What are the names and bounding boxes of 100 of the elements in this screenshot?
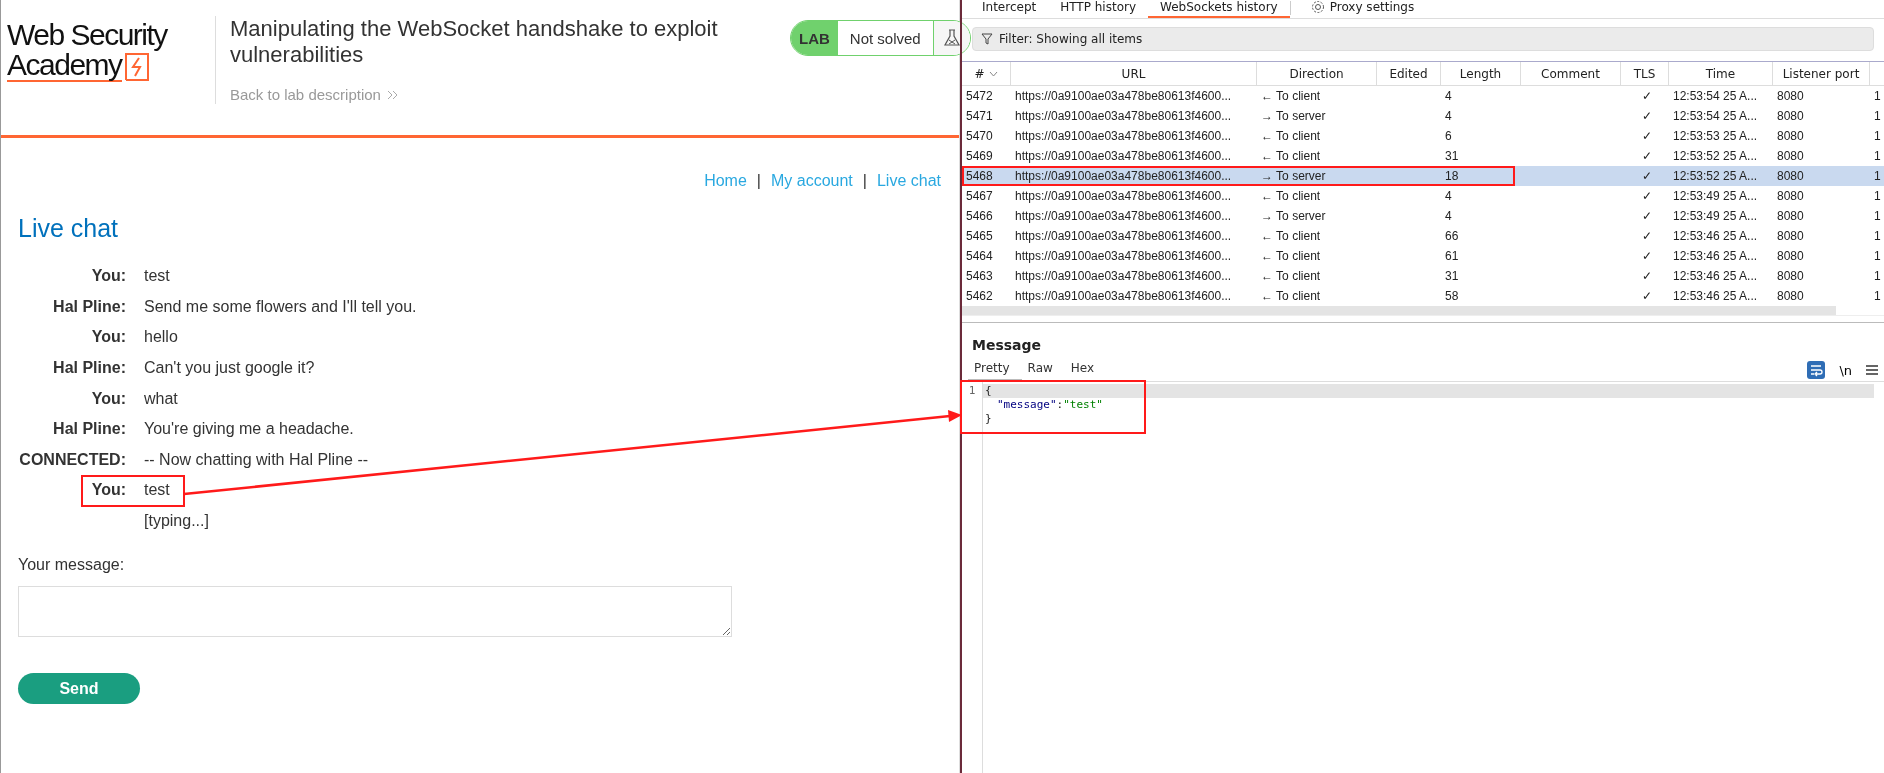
table-cell-text: 4	[1444, 208, 1453, 225]
proxy-tab[interactable]: Intercept	[970, 0, 1049, 18]
table-cell-text: 4	[1444, 88, 1453, 105]
column-header[interactable]: Time	[1669, 62, 1773, 85]
table-cell-text: https://0a9100ae03a478be80613f4600...	[1014, 208, 1233, 225]
proxy-tab[interactable]: HTTP history	[1048, 0, 1148, 18]
menu-icon[interactable]	[1866, 365, 1878, 375]
proxy-settings-tab[interactable]: Proxy settings	[1298, 0, 1427, 18]
chat-message: Send me some flowers and I'll tell you.	[144, 297, 417, 316]
filter-icon	[981, 33, 993, 45]
word-wrap-icon[interactable]	[1807, 361, 1826, 379]
horizontal-scrollbar[interactable]	[962, 306, 1836, 315]
column-header[interactable]: #	[962, 62, 1011, 85]
table-cell-text: 1	[1873, 208, 1882, 225]
line-number: 1	[968, 384, 976, 398]
nav-separator: |	[756, 172, 761, 190]
table-cell-text: https://0a9100ae03a478be80613f4600...	[1014, 268, 1233, 285]
table-cell-text: ✓	[1641, 108, 1653, 125]
message-input[interactable]	[18, 586, 732, 638]
table-cell-text: 1	[1873, 188, 1882, 205]
table-cell-text: 1	[1873, 108, 1882, 125]
logo[interactable]: Web Security Academy	[7, 16, 207, 82]
table-cell-text: ← To client	[1260, 288, 1322, 305]
chat-message: test	[144, 481, 170, 500]
page-heading: Live chat	[18, 214, 120, 243]
table-cell-text: → To server	[1260, 108, 1327, 125]
table-cell-text: 5464	[965, 248, 994, 265]
table-cell-text: https://0a9100ae03a478be80613f4600...	[1014, 148, 1233, 165]
table-cell-text: 1	[1873, 288, 1882, 305]
flask-icon	[943, 29, 960, 47]
table-cell-text: 12:53:54 25 A...	[1672, 88, 1759, 105]
table-cell-text: ✓	[1641, 148, 1653, 165]
chat-message: test	[144, 267, 170, 286]
table-cell-text: 8080	[1776, 148, 1805, 165]
table-cell-text: 1	[1873, 128, 1882, 145]
proxy-tab[interactable]: WebSockets history	[1148, 0, 1290, 18]
table-cell-text: ✓	[1641, 288, 1653, 305]
column-header[interactable]: Edited	[1377, 62, 1441, 85]
column-header[interactable]: Length	[1441, 62, 1521, 85]
table-cell-text: ← To client	[1260, 128, 1322, 145]
badge-status: Not solved	[837, 21, 934, 55]
message-label: Your message:	[18, 556, 126, 575]
table-cell-text: https://0a9100ae03a478be80613f4600...	[1014, 88, 1233, 105]
lab-title: Manipulating the WebSocket handshake to exploit vulnerabilities	[230, 16, 719, 68]
view-tab[interactable]: Raw	[1021, 359, 1065, 381]
nav-separator: |	[862, 172, 867, 190]
table-cell-text: 1	[1873, 168, 1882, 185]
table-cell-text: 1	[1873, 248, 1882, 265]
table-row[interactable]: 5468 https://0a9100ae03a478be80613f4600... → To server 18 ✓ 12:53:52 25 A... 8080 1	[962, 166, 1884, 186]
table-cell-text: 8080	[1776, 128, 1805, 145]
chat-sender: You:	[90, 267, 126, 286]
table-cell-text: 12:53:46 25 A...	[1672, 268, 1759, 285]
table-cell-text: 1	[1873, 228, 1882, 245]
message-heading: Message	[971, 336, 1043, 355]
chat-sender: You:	[90, 328, 126, 347]
table-cell-text: 4	[1444, 188, 1453, 205]
table-cell-text: 12:53:54 25 A...	[1672, 108, 1759, 125]
newline-toggle[interactable]: \n	[1839, 362, 1852, 378]
table-cell-text: ← To client	[1260, 268, 1322, 285]
table-cell-text: 8080	[1776, 188, 1805, 205]
view-tab[interactable]: Hex	[1064, 359, 1107, 381]
settings-icon	[1310, 0, 1325, 14]
table-cell-text: 61	[1444, 248, 1460, 265]
table-cell-text: https://0a9100ae03a478be80613f4600...	[1014, 108, 1233, 125]
table-cell-text: ✓	[1641, 248, 1653, 265]
table-cell-text: https://0a9100ae03a478be80613f4600...	[1014, 248, 1233, 265]
table-cell-text: ✓	[1641, 188, 1653, 205]
view-tab[interactable]: Pretty	[968, 359, 1022, 381]
table-cell-text: 5471	[965, 108, 994, 125]
column-header[interactable]: URL	[1011, 62, 1257, 85]
chevron-icon	[386, 89, 399, 100]
pane-splitter[interactable]	[962, 315, 1884, 323]
sort-caret-icon	[988, 70, 998, 77]
column-header[interactable]: TLS	[1621, 62, 1669, 85]
table-cell-text: 66	[1444, 228, 1460, 245]
column-header[interactable]: Direction	[1257, 62, 1377, 85]
table-cell-text: ← To client	[1260, 228, 1322, 245]
bolt-logo-icon	[123, 52, 150, 82]
chat-message: hello	[144, 328, 178, 347]
chat-message: -- Now chatting with Hal Pline --	[144, 450, 369, 469]
table-cell-text: 8080	[1776, 268, 1805, 285]
table-cell-text: ← To client	[1260, 248, 1322, 265]
filter-bar[interactable]: Filter: Showing all items	[972, 27, 1874, 51]
table-cell-text: 1	[1873, 148, 1882, 165]
chat-message: what	[144, 389, 178, 408]
column-header[interactable]: Listener port	[1773, 62, 1870, 85]
filter-text: Filter: Showing all items	[999, 32, 1143, 46]
table-cell-text: 5465	[965, 228, 994, 245]
column-header[interactable]: Comment	[1521, 62, 1621, 85]
table-cell-text: 8080	[1776, 168, 1805, 185]
table-cell-text: 4	[1444, 108, 1453, 125]
chat-sender: Hal Pline:	[52, 420, 126, 439]
table-cell-text: ✓	[1641, 88, 1653, 105]
chat-message: [typing...]	[144, 512, 209, 531]
table-cell-text: 5462	[965, 288, 994, 305]
table-cell-text: 12:53:46 25 A...	[1672, 228, 1759, 245]
table-cell-text: 12:53:53 25 A...	[1672, 128, 1759, 145]
table-cell-text: ✓	[1641, 168, 1653, 185]
table-cell-text: https://0a9100ae03a478be80613f4600...	[1014, 288, 1233, 305]
table-cell-text: 12:53:52 25 A...	[1672, 168, 1759, 185]
